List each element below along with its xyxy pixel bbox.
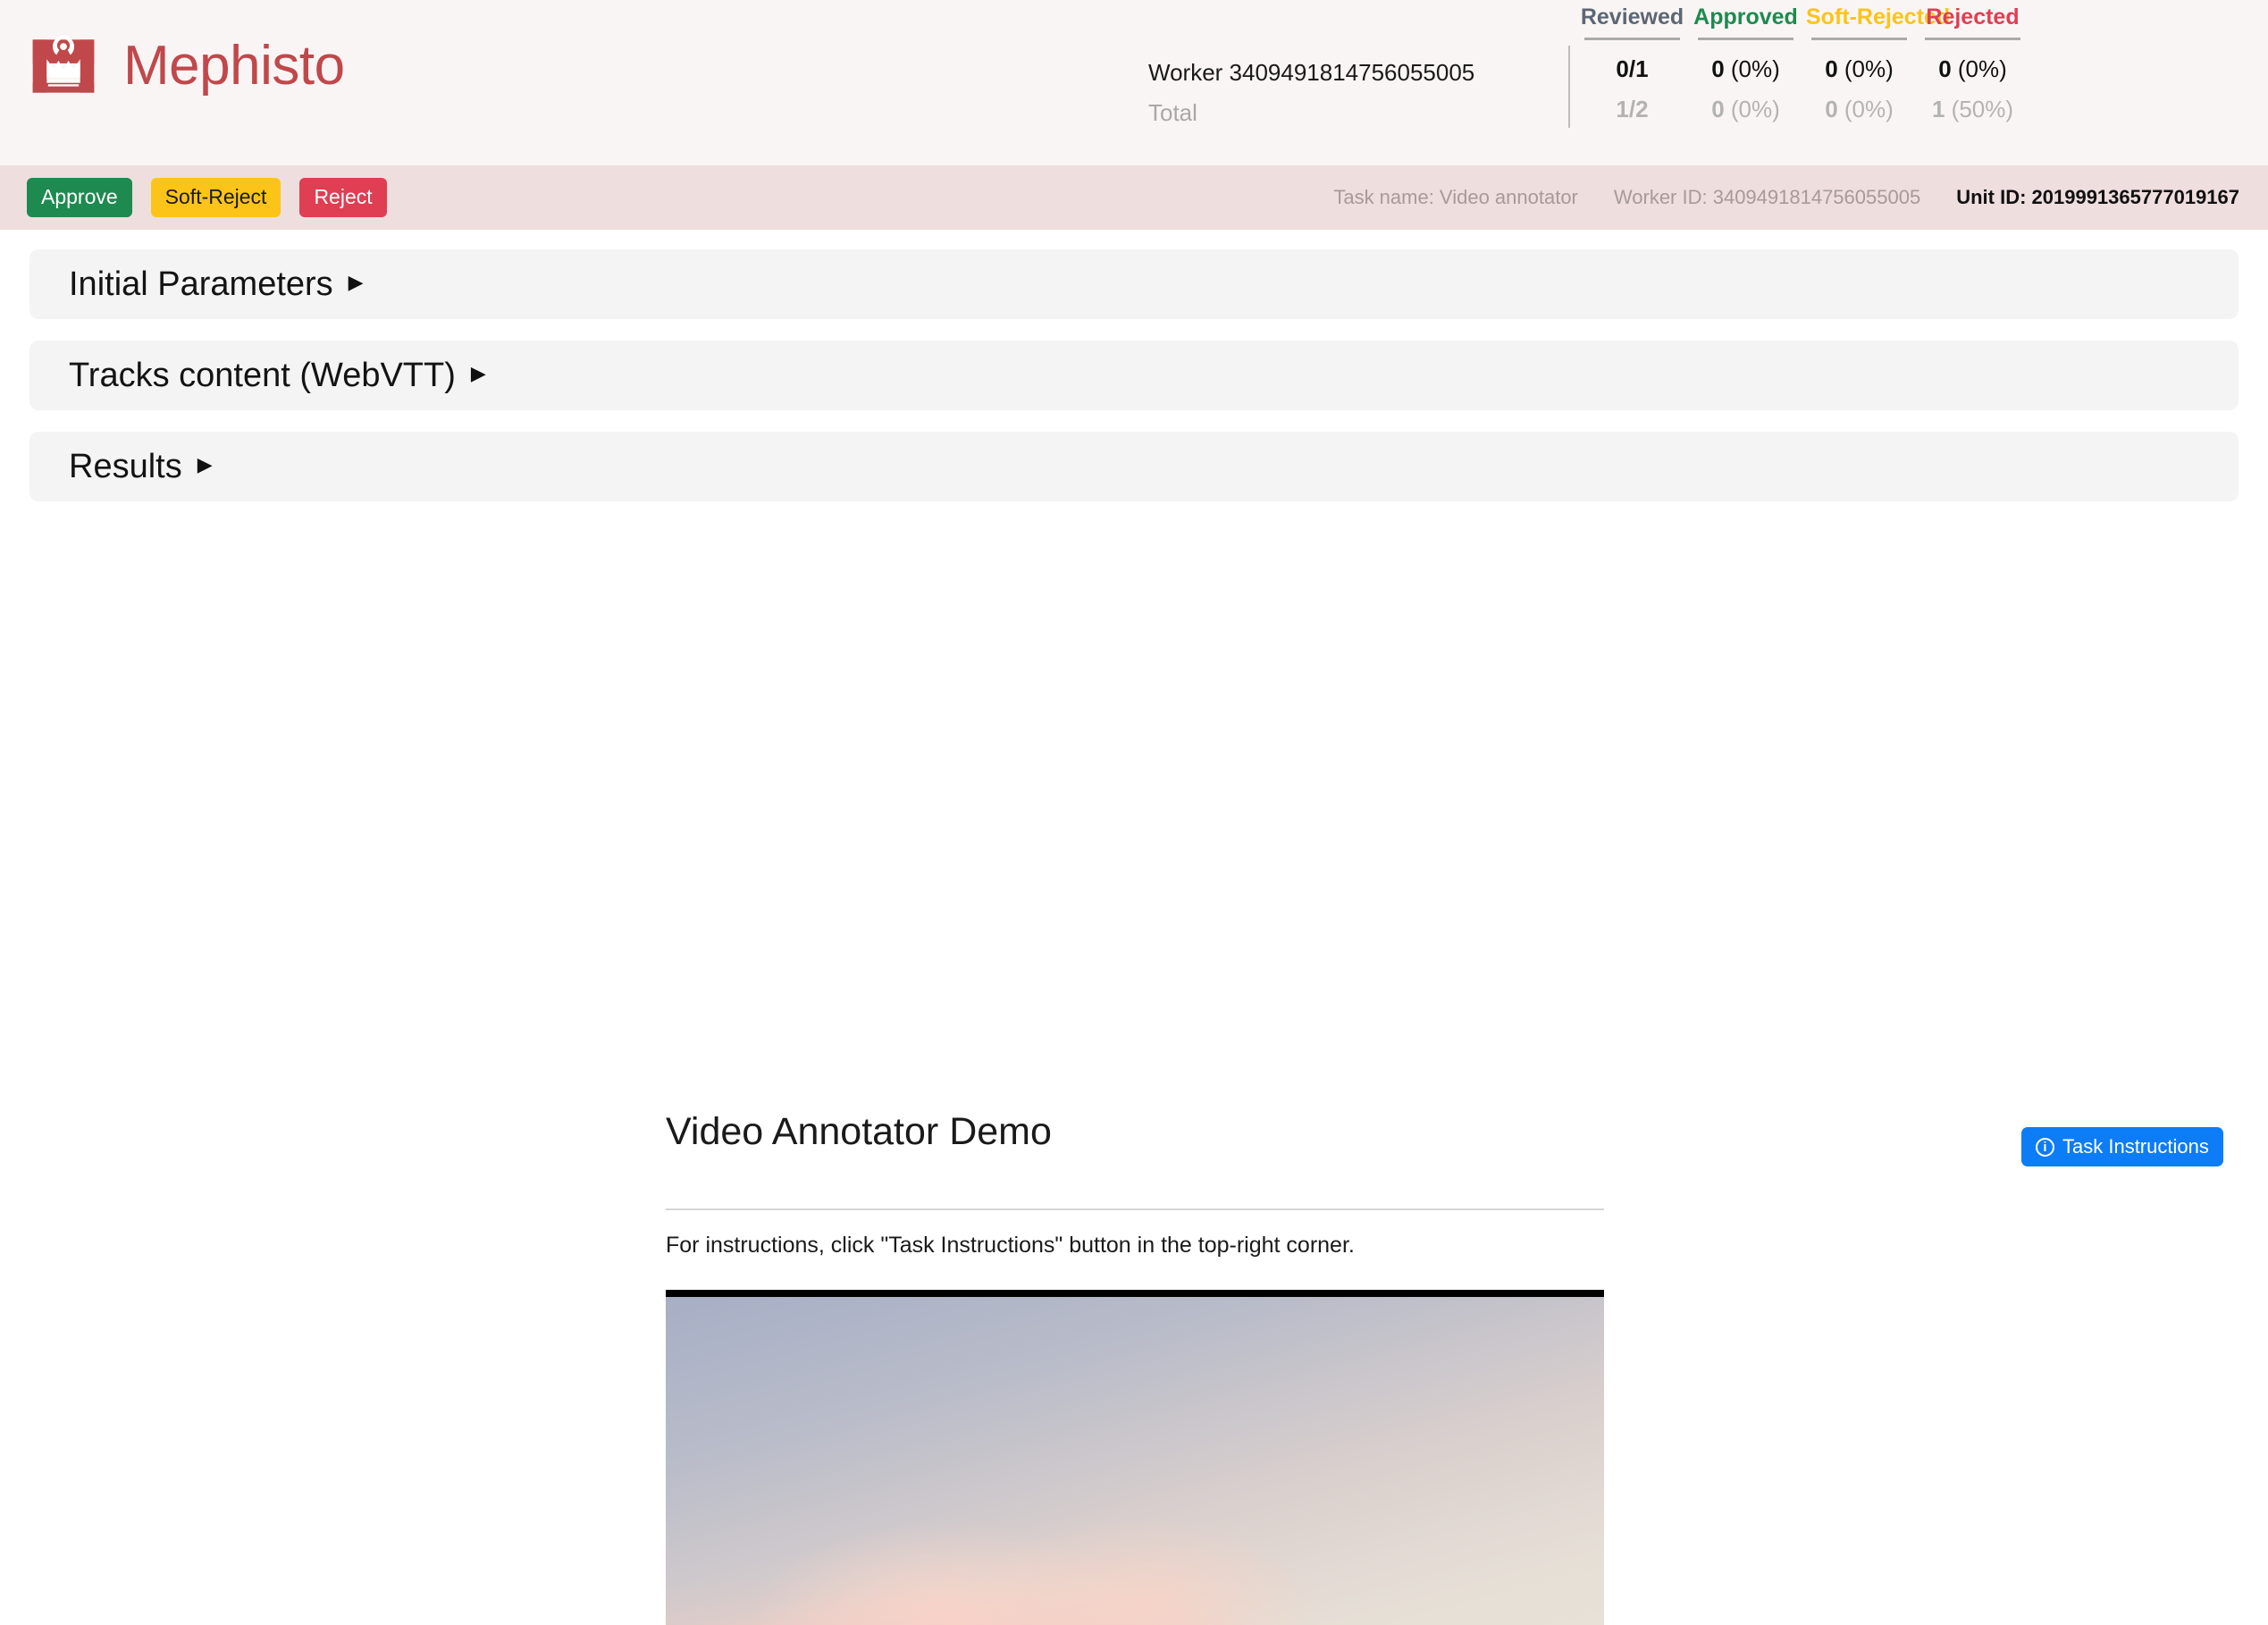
stat-worker-reviewed: 0/1 xyxy=(1616,55,1649,82)
section-title: Tracks content (WebVTT) xyxy=(69,357,456,394)
stat-total-approved: 0 (0%) xyxy=(1711,95,1780,122)
section-tracks-content-webvtt[interactable]: Tracks content (WebVTT) ▶ xyxy=(29,341,2239,410)
unit-metadata: Task name: Video annotator Worker ID: 34… xyxy=(1333,186,2239,209)
review-action-bar: Approve Soft-Reject Reject Task name: Vi… xyxy=(0,165,2268,230)
stat-rule xyxy=(1925,37,2020,40)
task-instructions-label: Task Instructions xyxy=(2062,1135,2209,1158)
section-title: Results xyxy=(69,448,182,485)
app-header: Mephisto Worker 3409491814756055005 Tota… xyxy=(0,0,2268,165)
stat-col-reviewed: Reviewed 0/1 1/2 xyxy=(1575,4,1689,122)
stat-col-approved: Approved 0 (0%) 0 (0%) xyxy=(1689,4,1802,122)
stat-worker-soft-rejected: 0 (0%) xyxy=(1825,55,1894,82)
instructions-text: For instructions, click "Task Instructio… xyxy=(666,1233,1355,1258)
unit-id-label: Unit ID: 2019991365777019167 xyxy=(1956,186,2239,208)
worker-id-label: Worker ID: 3409491814756055005 xyxy=(1613,186,1921,208)
stat-col-soft-rejected: Soft-Rejected 0 (0%) 0 (0%) xyxy=(1802,4,1951,122)
stats-total-label: Total xyxy=(1148,99,1197,126)
stats-row-labels: Worker 3409491814756055005 Total xyxy=(1148,5,1568,124)
stat-total-soft-rejected: 0 (0%) xyxy=(1825,95,1894,122)
stat-rule xyxy=(1584,37,1680,40)
stat-total-reviewed: 1/2 xyxy=(1616,95,1649,122)
stat-header-soft-rejected: Soft-Rejected xyxy=(1806,4,1951,29)
chevron-right-icon: ▶ xyxy=(348,271,364,293)
stats-worker-label: Worker 3409491814756055005 xyxy=(1148,59,1475,86)
reject-button[interactable]: Reject xyxy=(299,178,387,217)
brand-name: Mephisto xyxy=(123,35,345,97)
stat-header-approved: Approved xyxy=(1693,4,1798,29)
stats-divider xyxy=(1568,46,1570,128)
review-stats-table: Worker 3409491814756055005 Total Reviewe… xyxy=(1148,4,2029,128)
mephisto-logo-icon xyxy=(32,35,95,93)
video-player[interactable]: -9:55 1x xyxy=(666,1290,1604,1625)
stats-columns: Reviewed 0/1 1/2 Approved 0 (0%) 0 (0%) … xyxy=(1575,4,2029,122)
stat-rule xyxy=(1698,37,1793,40)
page-title: Video Annotator Demo xyxy=(666,1110,1052,1153)
section-results[interactable]: Results ▶ xyxy=(29,432,2239,501)
video-frame xyxy=(666,1297,1604,1625)
stat-rule xyxy=(1811,37,1907,40)
stat-header-reviewed: Reviewed xyxy=(1580,4,1684,29)
section-title: Initial Parameters xyxy=(69,265,333,303)
stat-worker-rejected: 0 (0%) xyxy=(1938,55,2007,82)
section-initial-parameters[interactable]: Initial Parameters ▶ xyxy=(29,249,2239,319)
collapsible-sections: Initial Parameters ▶ Tracks content (Web… xyxy=(0,230,2268,501)
chevron-right-icon: ▶ xyxy=(197,453,213,476)
title-divider xyxy=(666,1208,1604,1210)
brand: Mephisto xyxy=(29,31,345,101)
stat-total-rejected: 1 (50%) xyxy=(1931,95,2014,122)
task-instructions-button[interactable]: i Task Instructions xyxy=(2021,1127,2223,1166)
approve-button[interactable]: Approve xyxy=(27,178,132,217)
stat-col-rejected: Rejected 0 (0%) 1 (50%) xyxy=(1916,4,2029,122)
stat-worker-approved: 0 (0%) xyxy=(1711,55,1780,82)
stat-header-rejected: Rejected xyxy=(1926,4,2020,29)
soft-reject-button[interactable]: Soft-Reject xyxy=(150,178,281,217)
task-name-label: Task name: Video annotator xyxy=(1333,186,1578,208)
info-circle-icon: i xyxy=(2036,1137,2054,1157)
chevron-right-icon: ▶ xyxy=(470,362,486,384)
